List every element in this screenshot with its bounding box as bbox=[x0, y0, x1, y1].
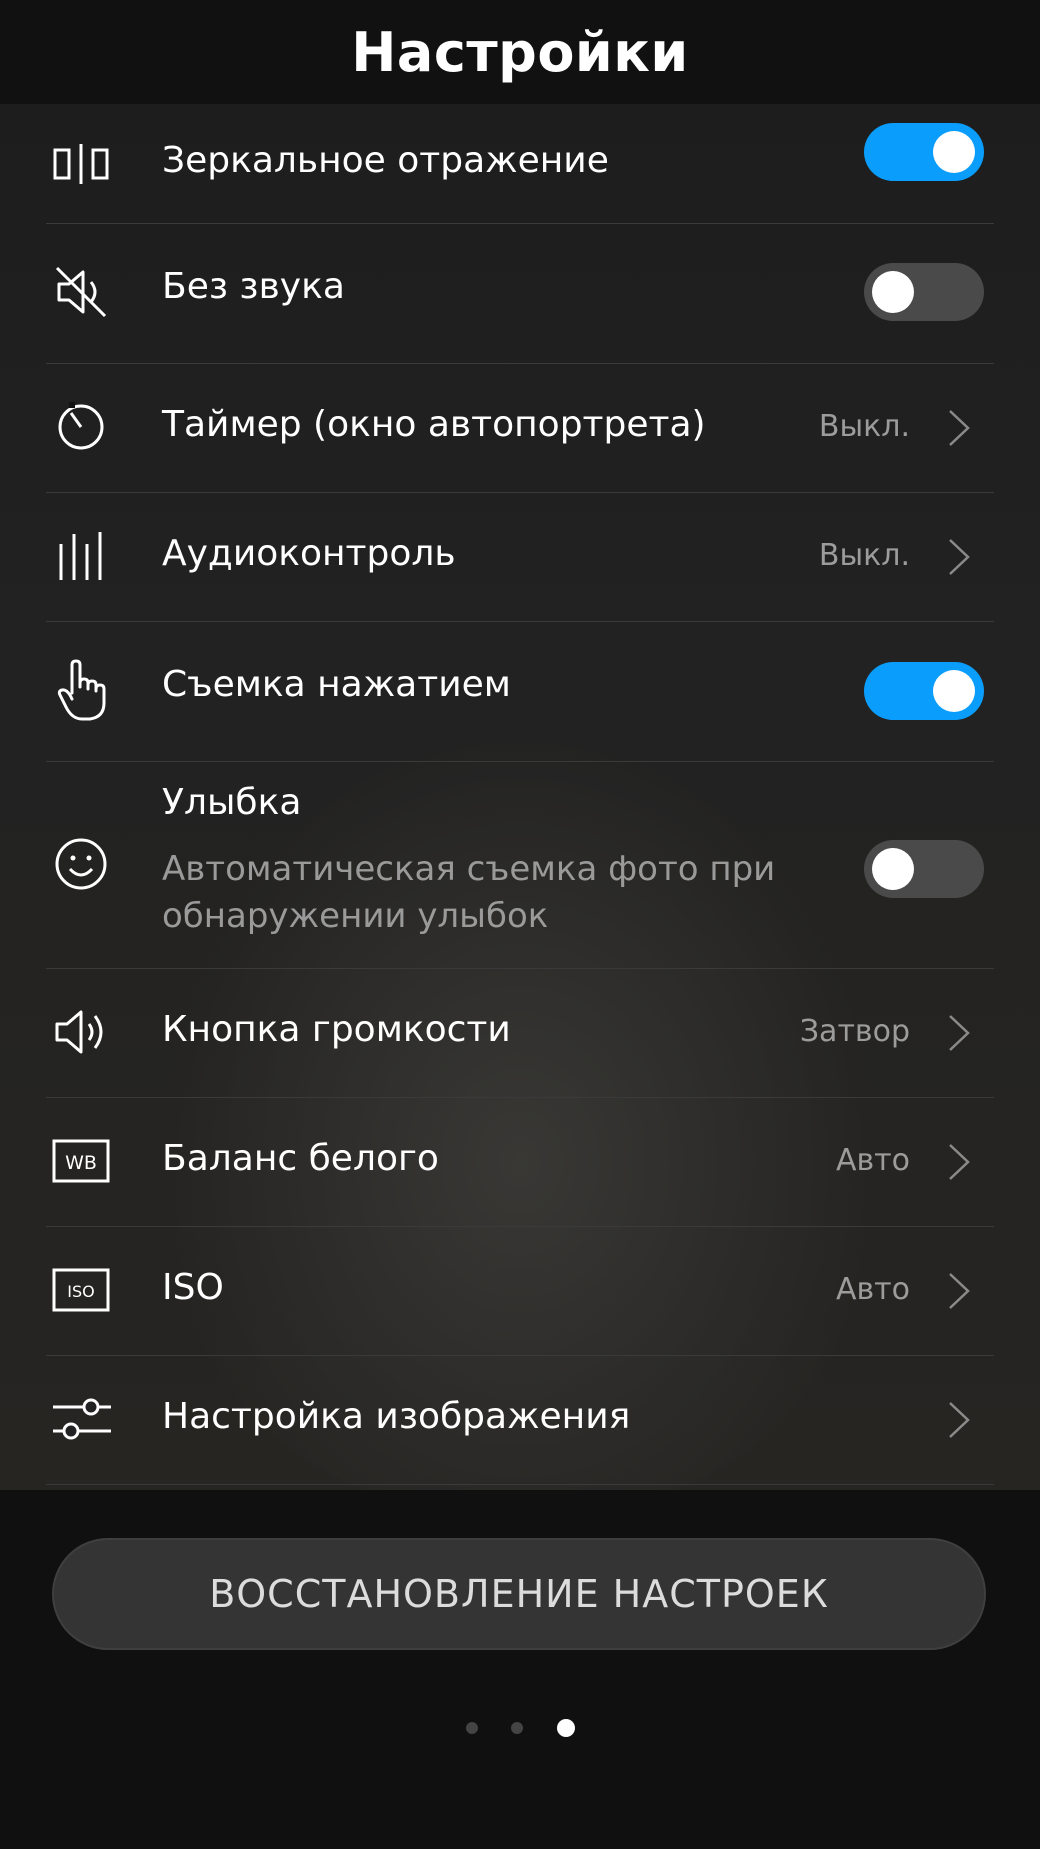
setting-label: Настройка изображения bbox=[162, 1396, 631, 1437]
setting-label: Улыбка bbox=[162, 782, 302, 823]
setting-mute-row[interactable]: Без звука bbox=[46, 224, 994, 364]
toggle-knob bbox=[872, 848, 914, 890]
timer-icon bbox=[46, 397, 116, 457]
chevron-right-icon bbox=[949, 1402, 970, 1438]
chevron-right-icon bbox=[949, 1015, 970, 1051]
setting-image-adjust-row[interactable]: Настройка изображения bbox=[46, 1356, 994, 1485]
iso-icon-text: ISO bbox=[67, 1282, 94, 1301]
settings-list: Зеркальное отражение Без звука Таймер (о… bbox=[0, 104, 1040, 1490]
toggle-knob bbox=[872, 271, 914, 313]
setting-value: Выкл. bbox=[818, 538, 910, 573]
setting-touch-capture-row[interactable]: Съемка нажатием bbox=[46, 622, 994, 762]
setting-label: Съемка нажатием bbox=[162, 664, 511, 705]
setting-label: ISO bbox=[162, 1267, 224, 1308]
smile-icon bbox=[46, 834, 116, 894]
speaker-icon bbox=[46, 1002, 116, 1062]
setting-smile-row[interactable]: Улыбка Автоматическая съемка фото при об… bbox=[46, 762, 994, 969]
setting-label: Кнопка громкости bbox=[162, 1009, 511, 1050]
setting-audio-control-row[interactable]: Аудиоконтроль Выкл. bbox=[46, 493, 994, 622]
setting-volume-button-row[interactable]: Кнопка громкости Затвор bbox=[46, 969, 994, 1098]
setting-value: Затвор bbox=[799, 1014, 910, 1049]
mirror-toggle[interactable] bbox=[864, 123, 984, 181]
toggle-knob bbox=[933, 131, 975, 173]
reset-settings-button[interactable]: ВОССТАНОВЛЕНИЕ НАСТРОЕК bbox=[52, 1538, 986, 1650]
setting-label: Баланс белого bbox=[162, 1138, 439, 1179]
mute-toggle[interactable] bbox=[864, 263, 984, 321]
setting-white-balance-row[interactable]: WB Баланс белого Авто bbox=[46, 1098, 994, 1227]
setting-label: Без звука bbox=[162, 266, 345, 307]
white-balance-icon: WB bbox=[46, 1133, 116, 1189]
iso-icon: ISO bbox=[46, 1262, 116, 1318]
camera-settings-screen: Настройки Зеркальное отражение Без звука… bbox=[0, 0, 1040, 1849]
page-dot-3-active[interactable] bbox=[557, 1719, 575, 1737]
setting-label: Таймер (окно автопортрета) bbox=[162, 404, 706, 445]
setting-value: Авто bbox=[835, 1272, 910, 1307]
touch-capture-toggle[interactable] bbox=[864, 662, 984, 720]
page-indicator bbox=[0, 1710, 1040, 1746]
white-balance-icon-text: WB bbox=[65, 1152, 97, 1174]
mute-icon bbox=[46, 262, 116, 322]
chevron-right-icon bbox=[949, 539, 970, 575]
header: Настройки bbox=[0, 0, 1040, 104]
page-title: Настройки bbox=[351, 20, 689, 84]
sliders-icon bbox=[46, 1389, 116, 1449]
chevron-right-icon bbox=[949, 1144, 970, 1180]
smile-toggle[interactable] bbox=[864, 840, 984, 898]
mirror-icon bbox=[46, 134, 116, 194]
setting-timer-row[interactable]: Таймер (окно автопортрета) Выкл. bbox=[46, 364, 994, 493]
toggle-knob bbox=[933, 670, 975, 712]
chevron-right-icon bbox=[949, 410, 970, 446]
chevron-right-icon bbox=[949, 1273, 970, 1309]
page-dot-2[interactable] bbox=[511, 1722, 523, 1734]
setting-value: Авто bbox=[835, 1143, 910, 1178]
setting-iso-row[interactable]: ISO ISO Авто bbox=[46, 1227, 994, 1356]
setting-label: Аудиоконтроль bbox=[162, 533, 456, 574]
setting-label: Зеркальное отражение bbox=[162, 140, 609, 181]
touch-hand-icon bbox=[46, 658, 116, 722]
setting-description: Автоматическая съемка фото при обнаружен… bbox=[162, 849, 776, 936]
setting-mirror-row[interactable]: Зеркальное отражение bbox=[46, 104, 994, 224]
setting-value: Выкл. bbox=[818, 409, 910, 444]
audio-bars-icon bbox=[46, 526, 116, 586]
page-dot-1[interactable] bbox=[466, 1722, 478, 1734]
